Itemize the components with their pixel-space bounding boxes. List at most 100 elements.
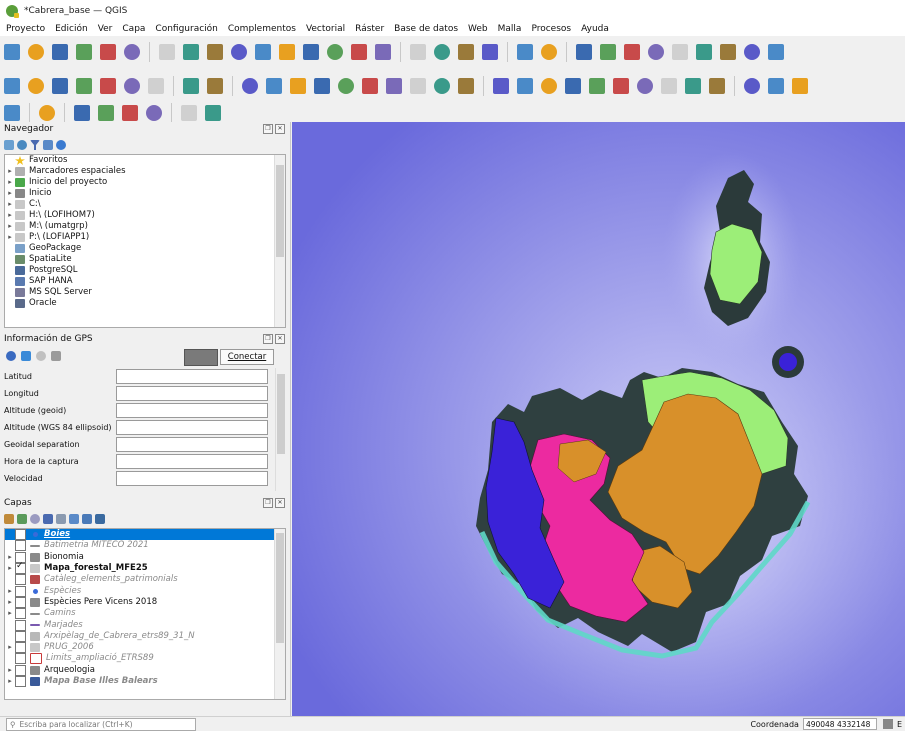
refresh-button[interactable] [479, 41, 501, 63]
settings-icon[interactable] [51, 351, 61, 361]
expand-arrow-icon[interactable]: ▸ [5, 232, 15, 243]
float-icon[interactable]: ❐ [263, 124, 273, 134]
label-change-button[interactable] [610, 75, 632, 97]
menu-edici-n[interactable]: Edición [49, 24, 92, 34]
layer-visibility-checkbox[interactable] [15, 619, 26, 631]
navigator-item[interactable]: ▸ M:\ (umatgrp) [5, 221, 285, 232]
layer-row[interactable]: Boies [5, 529, 285, 541]
gps-scrollbar[interactable] [275, 368, 286, 491]
layer-row[interactable]: Marjades [5, 619, 285, 631]
filter-icon[interactable] [30, 140, 40, 150]
menu-r-ster[interactable]: Ráster [349, 24, 388, 34]
map-canvas[interactable] [292, 122, 905, 716]
sum-button[interactable] [717, 41, 739, 63]
identify-button[interactable] [514, 41, 536, 63]
paste-button[interactable] [407, 75, 429, 97]
expand-arrow-icon[interactable]: ▸ [5, 188, 15, 199]
zoom-native-button[interactable] [324, 41, 346, 63]
navigator-item[interactable]: ▸ H:\ (LOFIHOM7) [5, 210, 285, 221]
zoom-last-button[interactable] [348, 41, 370, 63]
layer-row[interactable]: ▸ Espècies Pere Vicens 2018 [5, 596, 285, 608]
zoom-in-button[interactable] [204, 41, 226, 63]
undo-button[interactable] [431, 75, 453, 97]
collapse-all-icon[interactable] [43, 140, 53, 150]
remove-layer-icon[interactable] [95, 514, 105, 524]
expand-arrow-icon[interactable]: ▸ [5, 563, 15, 574]
plugin-button[interactable] [741, 75, 763, 97]
navigator-item[interactable]: ▸ Marcadores espaciales [5, 166, 285, 177]
menu-vectorial[interactable]: Vectorial [300, 24, 349, 34]
info-button[interactable] [178, 102, 200, 124]
zoom-out-button[interactable] [228, 41, 250, 63]
pencil-button[interactable] [204, 75, 226, 97]
layers-scrollbar[interactable] [274, 529, 285, 699]
spatial-bookmark-button[interactable] [645, 41, 667, 63]
navigator-item[interactable]: Oracle [5, 298, 285, 309]
navigator-item[interactable]: SAP HANA [5, 276, 285, 287]
satellite-icon[interactable] [36, 351, 46, 361]
digitize-gps-button[interactable] [71, 102, 93, 124]
save-as-button[interactable] [73, 41, 95, 63]
add-delimited-button[interactable] [49, 75, 71, 97]
layer-visibility-checkbox[interactable] [15, 642, 26, 654]
expand-arrow-icon[interactable]: ▸ [5, 608, 15, 619]
gps-field-value[interactable] [116, 369, 268, 384]
layer-visibility-checkbox[interactable] [15, 561, 26, 575]
layer-row[interactable]: Arxipèlag_de_Cabrera_etrs89_31_N [5, 630, 285, 642]
show-bookmarks-button[interactable] [431, 41, 453, 63]
select-button[interactable] [538, 41, 560, 63]
float-icon[interactable]: ❐ [263, 334, 273, 344]
gps-field-value[interactable] [116, 386, 268, 401]
navigator-item[interactable]: SpatiaLite [5, 254, 285, 265]
gps-field-value[interactable] [116, 437, 268, 452]
add-feature-button[interactable] [263, 75, 285, 97]
expand-arrow-icon[interactable]: ▸ [5, 665, 15, 676]
layer-visibility-checkbox[interactable] [15, 653, 26, 665]
zoom-layer-button[interactable] [300, 41, 322, 63]
expression-filter-icon[interactable] [56, 514, 66, 524]
gps-field-value[interactable] [116, 471, 268, 486]
expand-all-icon[interactable] [69, 514, 79, 524]
layer-visibility-checkbox[interactable] [15, 630, 26, 642]
menu-capa[interactable]: Capa [116, 24, 149, 34]
navigator-item[interactable]: ▸ Inicio del proyecto [5, 177, 285, 188]
close-icon[interactable]: ✕ [275, 334, 285, 344]
gps-settings-button[interactable] [202, 102, 224, 124]
measure-button[interactable] [597, 41, 619, 63]
expand-arrow-icon[interactable]: ▸ [5, 676, 15, 687]
layer-row[interactable]: ▸ Mapa Base Illes Balears [5, 676, 285, 687]
layer-visibility-checkbox[interactable] [15, 574, 26, 586]
add-spatialite-button[interactable] [73, 75, 95, 97]
layer-row[interactable]: ▸ Espècies [5, 585, 285, 597]
gps-field-value[interactable] [116, 403, 268, 418]
style-manager-button[interactable] [121, 41, 143, 63]
navigator-item[interactable]: GeoPackage [5, 243, 285, 254]
save-edits-button[interactable] [239, 75, 261, 97]
expand-arrow-icon[interactable]: ▸ [5, 221, 15, 232]
navigator-item[interactable]: Favoritos [5, 155, 285, 166]
expand-arrow-icon[interactable]: ▸ [5, 586, 15, 597]
map-tips-button[interactable] [693, 41, 715, 63]
label-d-button[interactable] [706, 75, 728, 97]
add-wms-button[interactable] [121, 75, 143, 97]
label-a-button[interactable] [634, 75, 656, 97]
label-show-button[interactable] [538, 75, 560, 97]
field-calc-button[interactable] [741, 41, 763, 63]
menu-procesos[interactable]: Procesos [525, 24, 575, 34]
layer-row[interactable]: ▸ Mapa_forestal_MFE25 [5, 561, 285, 575]
menu-web[interactable]: Web [462, 24, 492, 34]
gps-pan-button[interactable] [1, 102, 23, 124]
statistics-button[interactable] [621, 41, 643, 63]
python-button[interactable] [765, 75, 787, 97]
style-icon[interactable] [4, 514, 14, 524]
print-layout-button[interactable] [97, 41, 119, 63]
gps-clear-button[interactable] [143, 102, 165, 124]
layer-visibility-checkbox[interactable] [15, 676, 26, 687]
expand-arrow-icon[interactable]: ▸ [5, 552, 15, 563]
menu-complementos[interactable]: Complementos [222, 24, 300, 34]
digitize-button[interactable] [180, 75, 202, 97]
close-icon[interactable]: ✕ [275, 498, 285, 508]
filter-legend-icon[interactable] [43, 514, 53, 524]
pan-to-selection-button[interactable] [180, 41, 202, 63]
vertex-tool-button[interactable] [287, 75, 309, 97]
